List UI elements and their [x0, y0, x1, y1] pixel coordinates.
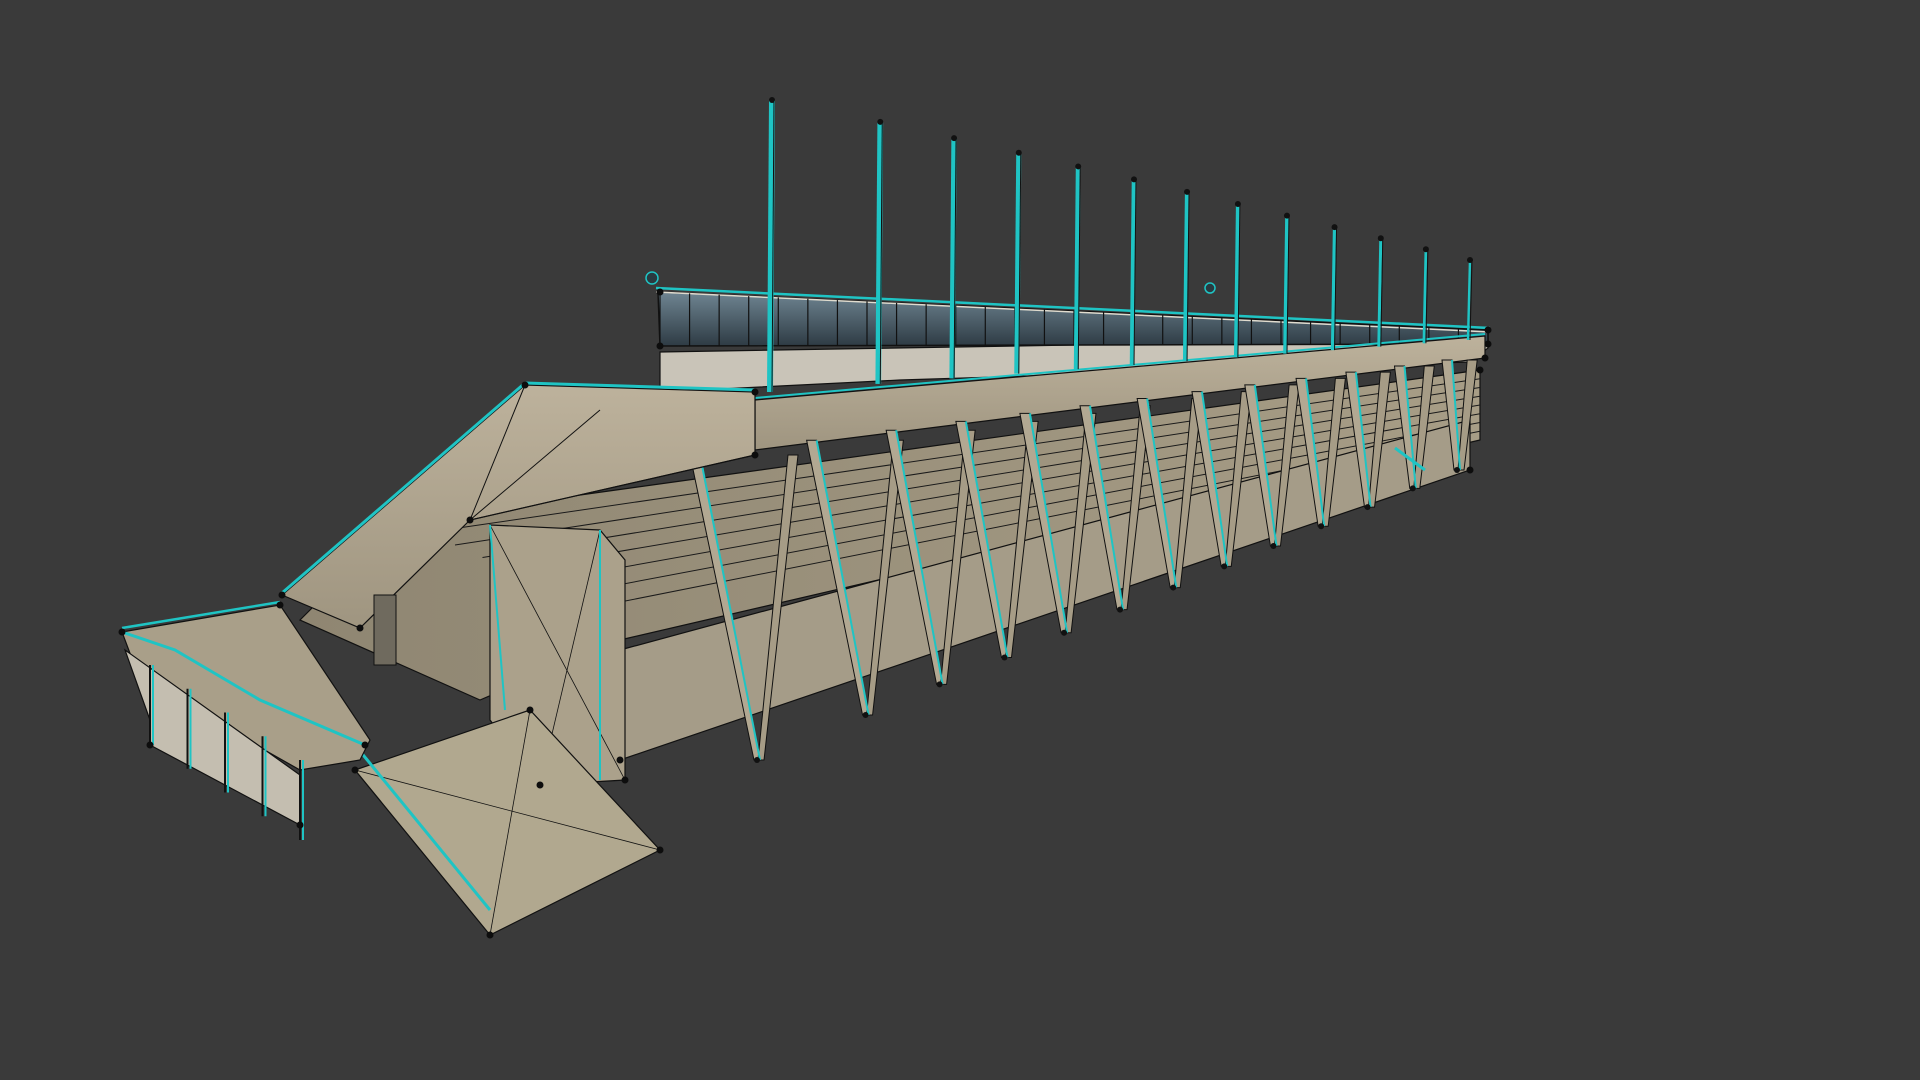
support-foot — [1221, 563, 1228, 570]
mast-pole — [767, 99, 775, 393]
vertex — [656, 846, 664, 854]
support-foot — [1001, 654, 1008, 661]
vertex — [276, 601, 284, 609]
vertex — [278, 591, 286, 599]
vertex — [1476, 366, 1484, 374]
mast-pole — [875, 121, 884, 384]
vertex — [536, 781, 544, 789]
support-foot — [1318, 523, 1325, 530]
doorway — [373, 594, 397, 666]
press-box-glazing — [657, 291, 1489, 347]
vertex — [466, 516, 474, 524]
vertex — [356, 624, 364, 632]
mast-pole — [1330, 227, 1337, 351]
mast-cap — [1130, 176, 1137, 183]
mast-cap — [1331, 224, 1338, 231]
vertex — [656, 342, 664, 350]
mast-cap — [769, 97, 775, 103]
mast-cap — [1184, 188, 1191, 195]
vertex — [118, 628, 126, 636]
grandstand-model[interactable] — [0, 0, 1920, 1080]
vertex — [1481, 354, 1489, 362]
support-foot — [754, 757, 760, 763]
vertex — [526, 706, 534, 714]
vertex — [361, 741, 369, 749]
support-foot — [862, 712, 869, 719]
vertex — [751, 451, 759, 459]
vertex — [751, 388, 759, 396]
mast-cap — [1422, 246, 1429, 253]
lamp-mid — [1204, 282, 1216, 294]
mast-pole — [1377, 238, 1383, 347]
mast-cap — [1234, 200, 1241, 207]
support-foot — [1454, 467, 1460, 473]
vertex — [486, 931, 494, 939]
mast-cap — [1015, 149, 1022, 156]
mast-pole — [1073, 166, 1081, 370]
support-foot — [1409, 485, 1416, 492]
vertex — [1484, 340, 1492, 348]
mast-pole — [1182, 191, 1190, 362]
mast-cap — [1377, 235, 1384, 242]
mast-pole — [1014, 152, 1022, 374]
mast-cap — [951, 135, 958, 142]
support-foot — [1061, 629, 1068, 636]
mast-cap — [1075, 163, 1082, 170]
mast-pole — [1283, 215, 1289, 354]
mast-pole — [1233, 203, 1240, 358]
vertex — [621, 776, 629, 784]
mast-pole — [949, 138, 957, 379]
mast-cap — [1467, 257, 1473, 263]
support-foot — [1117, 606, 1124, 613]
3d-viewport[interactable] — [0, 0, 1920, 1080]
mast-cap — [877, 118, 884, 125]
lamp-left — [645, 271, 659, 285]
support-foot — [936, 681, 943, 688]
vertex — [1484, 326, 1492, 334]
vertex — [656, 288, 664, 296]
vertex — [616, 756, 624, 764]
vertex — [296, 821, 304, 829]
vertex — [521, 381, 529, 389]
support-foot — [1270, 543, 1277, 550]
mast-cap — [1283, 212, 1290, 219]
support-foot — [1170, 584, 1177, 591]
support-foot — [1364, 504, 1371, 511]
vertex — [1466, 466, 1474, 474]
vertex — [351, 766, 359, 774]
mast-pole — [1129, 179, 1137, 366]
vertex — [146, 741, 154, 749]
